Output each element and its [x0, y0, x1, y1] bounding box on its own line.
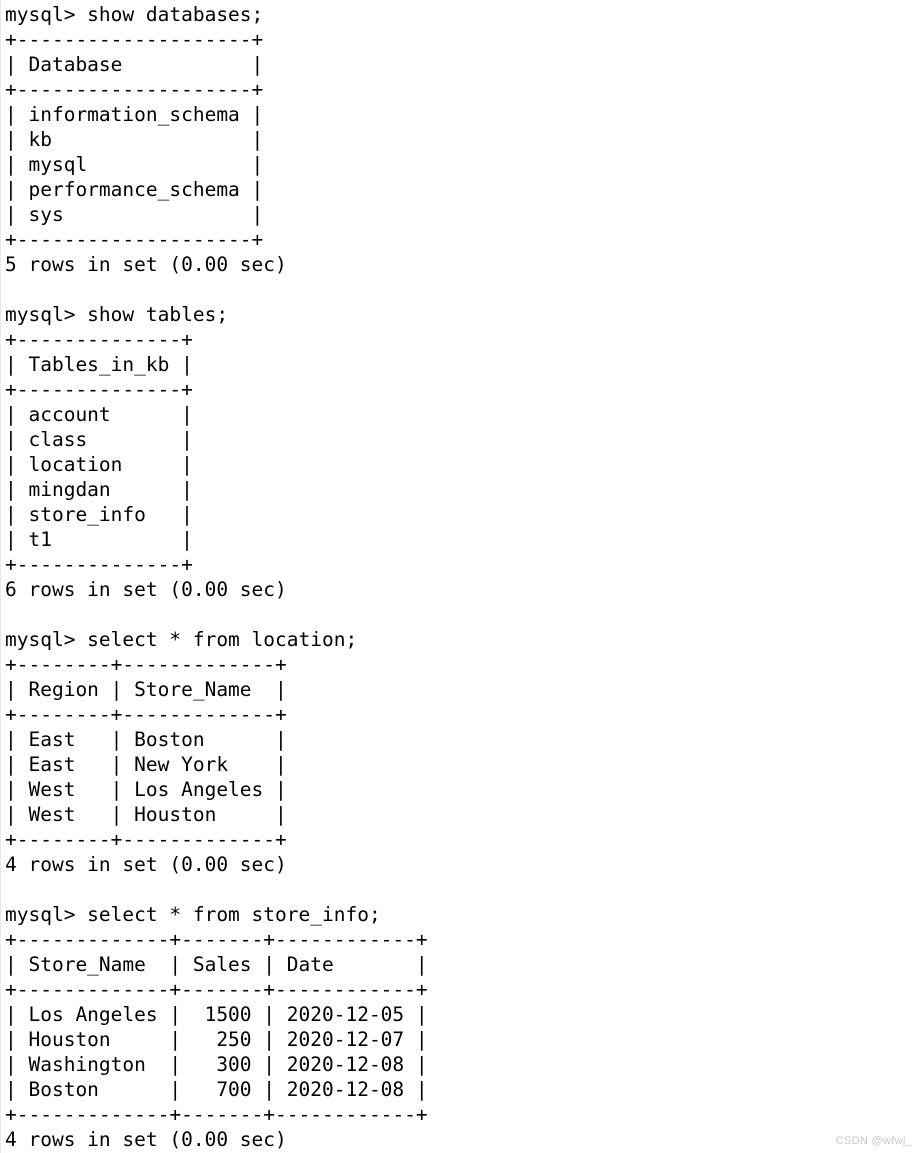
table-row: | Washington | 300 | 2020-12-08 |: [5, 1053, 428, 1076]
table-border-top: +-------------+-------+------------+: [5, 928, 428, 951]
table-border-bottom: +-------------+-------+------------+: [5, 1103, 428, 1126]
result-status-line: 4 rows in set (0.00 sec): [5, 1128, 287, 1151]
table-row: | West | Houston |: [5, 803, 287, 826]
table-border-top: +--------------------+: [5, 28, 264, 51]
table-header-row: | Database |: [5, 53, 264, 76]
table-border-top: +--------+-------------+: [5, 653, 287, 676]
table-row: | Los Angeles | 1500 | 2020-12-05 |: [5, 1003, 428, 1026]
table-row: | East | Boston |: [5, 728, 287, 751]
table-row: | performance_schema |: [5, 178, 264, 201]
result-status-line: 6 rows in set (0.00 sec): [5, 578, 287, 601]
table-header-row: | Tables_in_kb |: [5, 353, 193, 376]
table-border-top: +--------------+: [5, 328, 193, 351]
table-row: | t1 |: [5, 528, 193, 551]
command-line: mysql> select * from location;: [5, 628, 358, 651]
table-border-bottom: +--------+-------------+: [5, 828, 287, 851]
table-row: | location |: [5, 453, 193, 476]
table-row: | class |: [5, 428, 193, 451]
command-line: mysql> show databases;: [5, 3, 264, 26]
table-row: | mingdan |: [5, 478, 193, 501]
table-border-mid: +--------+-------------+: [5, 703, 287, 726]
table-row: | mysql |: [5, 153, 264, 176]
table-row: | East | New York |: [5, 753, 287, 776]
table-border-mid: +--------------+: [5, 378, 193, 401]
table-row: | account |: [5, 403, 193, 426]
table-border-bottom: +--------------+: [5, 553, 193, 576]
table-row: | Houston | 250 | 2020-12-07 |: [5, 1028, 428, 1051]
result-status-line: 4 rows in set (0.00 sec): [5, 853, 287, 876]
table-header-row: | Store_Name | Sales | Date |: [5, 953, 428, 976]
table-border-mid: +--------------------+: [5, 78, 264, 101]
table-row: | information_schema |: [5, 103, 264, 126]
table-row: | sys |: [5, 203, 264, 226]
table-row: | kb |: [5, 128, 264, 151]
table-border-mid: +-------------+-------+------------+: [5, 978, 428, 1001]
table-row: | West | Los Angeles |: [5, 778, 287, 801]
table-border-bottom: +--------------------+: [5, 228, 264, 251]
table-row: | store_info |: [5, 503, 193, 526]
table-header-row: | Region | Store_Name |: [5, 678, 287, 701]
terminal-output-pane[interactable]: mysql> show databases; +-----------------…: [0, 0, 918, 1153]
table-row: | Boston | 700 | 2020-12-08 |: [5, 1078, 428, 1101]
command-line: mysql> select * from store_info;: [5, 903, 381, 926]
command-line: mysql> show tables;: [5, 303, 229, 326]
csdn-watermark: CSDN @wfwj_: [835, 1135, 912, 1147]
result-status-line: 5 rows in set (0.00 sec): [5, 253, 287, 276]
